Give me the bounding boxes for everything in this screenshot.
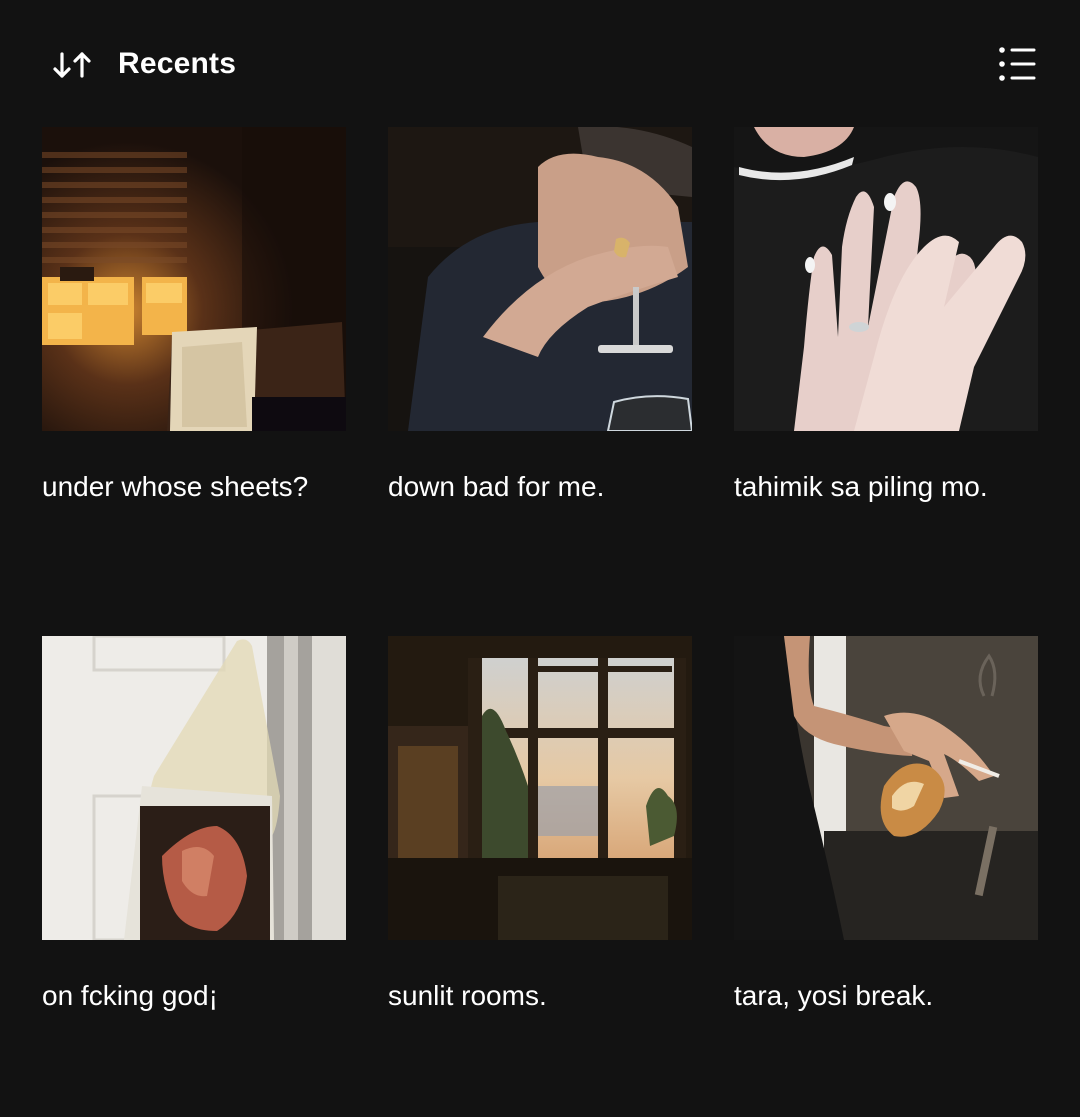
playlist-title: sunlit rooms. <box>388 980 547 1011</box>
playlist-card[interactable]: under whose sheets? <box>42 127 346 505</box>
playlist-cover <box>42 127 346 431</box>
playlist-cover <box>388 636 692 940</box>
playlist-grid: under whose sheets? down bad for me. tah… <box>0 0 1080 1117</box>
playlist-title: down bad for me. <box>388 471 605 502</box>
playlist-cover <box>388 127 692 431</box>
playlist-title: tahimik sa piling mo. <box>734 471 988 502</box>
playlist-card[interactable]: tahimik sa piling mo. <box>734 127 1038 505</box>
playlist-title: tara, yosi break. <box>734 980 934 1011</box>
playlist-card[interactable]: tara, yosi break. <box>734 636 1038 1014</box>
playlist-cover <box>734 127 1038 431</box>
playlist-cover <box>42 636 346 940</box>
playlist-title: under whose sheets? <box>42 471 309 502</box>
playlist-title: on fcking god¡ <box>42 980 218 1011</box>
playlist-card[interactable]: on fcking god¡ <box>42 636 346 1014</box>
playlist-card[interactable]: down bad for me. <box>388 127 692 505</box>
playlist-cover <box>734 636 1038 940</box>
playlist-card[interactable]: sunlit rooms. <box>388 636 692 1014</box>
